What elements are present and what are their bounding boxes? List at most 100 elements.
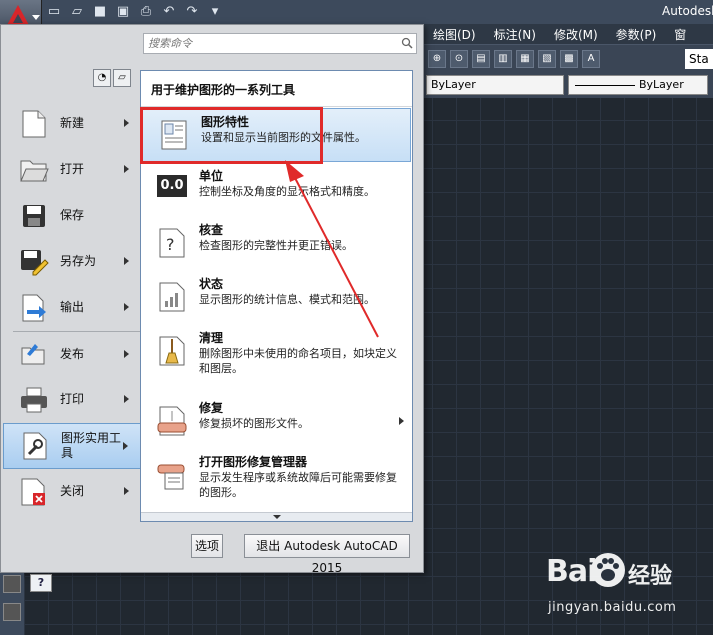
search-input[interactable]: [144, 34, 394, 53]
menu-item-recovery-manager[interactable]: 打开图形修复管理器 显示发生程序或系统故障后可能需要修复的图形。: [141, 449, 412, 505]
menu-item-desc: 删除图形中未使用的命名项目，如块定义和图层。: [199, 347, 397, 375]
paw-icon: [591, 553, 625, 587]
nav-item-drawing-utilities[interactable]: 图形实用工具: [3, 423, 141, 469]
submenu-panel: 用于维护图形的一系列工具 图形特性 设置和显示当前图形的文件属性。 0.0 单位…: [140, 70, 413, 522]
chevron-right-icon: [124, 119, 129, 127]
chevron-right-icon: [124, 257, 129, 265]
drawing-properties-icon: [161, 120, 187, 150]
purge-broom-icon: [159, 336, 185, 366]
menu-parametric[interactable]: 参数(P): [607, 26, 666, 43]
chevron-down-icon: [32, 15, 40, 20]
nav-label: 打开: [60, 162, 85, 176]
menu-modify[interactable]: 修改(M): [545, 26, 607, 43]
linetype-select[interactable]: ByLayer: [568, 75, 708, 95]
nav-label: 关闭: [60, 484, 85, 498]
menu-draw[interactable]: 绘图(D): [424, 26, 485, 43]
menu-window[interactable]: 窗: [665, 26, 695, 43]
customize-dropdown-icon[interactable]: ▾: [205, 2, 225, 22]
new-document-icon: [18, 109, 50, 139]
menu-item-title: 图形特性: [201, 115, 250, 129]
nav-item-publish[interactable]: 发布: [13, 331, 141, 377]
save-as-icon[interactable]: ▣: [113, 2, 133, 22]
title-bar: ▭ ▱ ■ ▣ ⎙ ↶ ↷ ▾ Autodesk: [0, 0, 713, 24]
menu-item-desc: 显示发生程序或系统故障后可能需要修复的图形。: [199, 471, 397, 499]
zoom-window-icon[interactable]: ⊙: [450, 49, 468, 68]
nav-item-print[interactable]: 打印: [13, 377, 141, 423]
design-center-icon[interactable]: ▥: [494, 49, 512, 68]
chevron-right-icon: [124, 487, 129, 495]
nav-label: 打印: [60, 392, 85, 406]
redo-icon[interactable]: ↷: [182, 2, 202, 22]
exit-autocad-button[interactable]: 退出 Autodesk AutoCAD 2015: [244, 534, 410, 575]
menu-item-units[interactable]: 0.0 单位 控制坐标及角度的显示格式和精度。: [141, 163, 412, 217]
quick-access-toolbar: ▭ ▱ ■ ▣ ⎙ ↶ ↷ ▾: [44, 2, 225, 22]
nav-label: 图形实用工具: [61, 431, 122, 460]
open-folder-icon: [18, 155, 50, 185]
nav-label: 输出: [60, 300, 85, 314]
watermark-logo: Bai: [546, 554, 597, 589]
status-chart-icon: [159, 282, 185, 312]
chevron-right-icon: [124, 395, 129, 403]
svg-text:?: ?: [166, 235, 175, 254]
nav-item-save-as[interactable]: 另存为: [13, 239, 141, 285]
menu-item-recover[interactable]: 修复 修复损坏的图形文件。: [141, 395, 412, 449]
save-icon[interactable]: ■: [90, 2, 110, 22]
menu-item-status[interactable]: 状态 显示图形的统计信息、模式和范围。: [141, 271, 412, 325]
layer-icon[interactable]: [3, 575, 21, 593]
menu-item-desc: 设置和显示当前图形的文件属性。: [201, 131, 366, 144]
text-style-icon[interactable]: A: [582, 49, 600, 68]
nav-item-open[interactable]: 打开: [13, 147, 141, 193]
save-as-icon: [18, 247, 50, 277]
layout-icon[interactable]: [3, 603, 21, 621]
sheet-set-icon[interactable]: ▧: [538, 49, 556, 68]
nav-item-save[interactable]: 保存: [13, 193, 141, 239]
layer-color-select[interactable]: ByLayer: [426, 75, 564, 95]
view-toggle: ◔ ▱: [93, 69, 131, 87]
help-icon[interactable]: ?: [30, 574, 52, 592]
menu-item-audit[interactable]: ? 核查 检查图形的完整性并更正错误。: [141, 217, 412, 271]
tool-palette-icon[interactable]: ▦: [516, 49, 534, 68]
close-document-icon: [18, 477, 50, 507]
undo-icon[interactable]: ↶: [159, 2, 179, 22]
nav-label: 另存为: [60, 254, 97, 268]
menu-item-title: 核查: [199, 223, 224, 237]
menu-item-desc: 检查图形的完整性并更正错误。: [199, 239, 353, 252]
recent-documents-icon[interactable]: ◔: [93, 69, 111, 87]
menu-nav: 新建 打开 保存 另存为 输出 发布 打印 图形实用工具 关闭: [3, 101, 141, 515]
menu-item-desc: 控制坐标及角度的显示格式和精度。: [199, 185, 375, 198]
new-file-icon[interactable]: ▭: [44, 2, 64, 22]
menu-item-title: 状态: [199, 277, 224, 291]
chevron-right-icon: [124, 165, 129, 173]
nav-item-new[interactable]: 新建: [13, 101, 141, 147]
search-box: [143, 33, 417, 54]
options-button[interactable]: 选项: [191, 534, 223, 558]
scroll-down-button[interactable]: [141, 512, 412, 521]
baidu-watermark: Bai du 经验 jingyan.baidu.com: [546, 548, 706, 628]
menu-item-title: 打开图形修复管理器: [199, 455, 308, 469]
nav-label: 新建: [60, 116, 85, 130]
window-title: Autodesk: [662, 4, 713, 18]
menu-dimension[interactable]: 标注(N): [485, 26, 545, 43]
application-menu: ◔ ▱ 新建 打开 保存 另存为 输出 发布: [0, 24, 424, 575]
save-icon: [18, 201, 50, 231]
menu-item-drawing-properties[interactable]: 图形特性 设置和显示当前图形的文件属性。: [142, 108, 411, 162]
open-documents-icon[interactable]: ▱: [113, 69, 131, 87]
properties-bar: ByLayer ByLayer: [424, 72, 713, 98]
properties-icon[interactable]: ▤: [472, 49, 490, 68]
calculator-icon[interactable]: ▩: [560, 49, 578, 68]
search-icon[interactable]: [401, 37, 413, 49]
menu-item-desc: 显示图形的统计信息、模式和范围。: [199, 293, 375, 306]
recover-icon: [157, 406, 187, 436]
toolbar: ⊕ ⊙ ▤ ▥ ▦ ▧ ▩ A Sta: [424, 44, 713, 72]
nav-label: 发布: [60, 346, 85, 361]
chevron-right-icon: [124, 303, 129, 311]
nav-item-close[interactable]: 关闭: [13, 469, 141, 515]
nav-item-export[interactable]: 输出: [13, 285, 141, 331]
text-style-select[interactable]: Sta: [685, 48, 713, 69]
zoom-icon[interactable]: ⊕: [428, 49, 446, 68]
print-icon[interactable]: ⎙: [136, 2, 156, 22]
menu-item-title: 修复: [199, 401, 224, 415]
open-folder-icon[interactable]: ▱: [67, 2, 87, 22]
left-panel-strip: [0, 573, 24, 635]
menu-item-purge[interactable]: 清理 删除图形中未使用的命名项目，如块定义和图层。: [141, 325, 412, 395]
